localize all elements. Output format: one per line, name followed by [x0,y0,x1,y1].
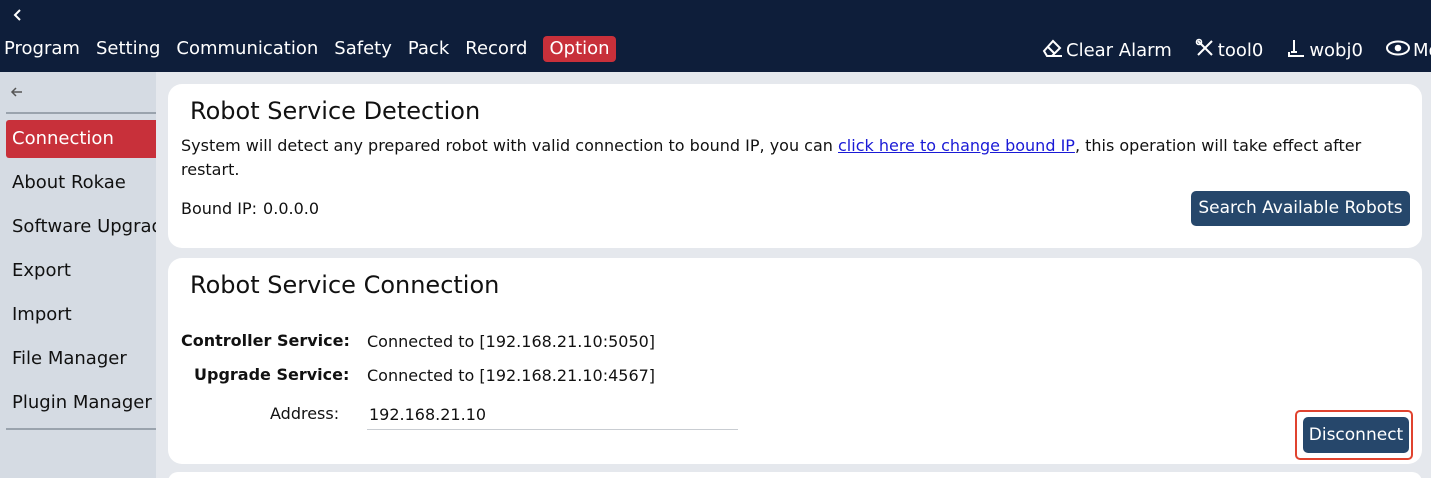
main-menu: Program Setting Communication Safety Pac… [4,36,616,62]
sidebar-item-about-rokae[interactable]: About Rokae [6,164,156,202]
sidebar-item-software-upgrade[interactable]: Software Upgrade [6,208,156,246]
eraser-icon [1040,37,1066,64]
wobj-label: wobj0 [1309,40,1363,61]
detection-description: System will detect any prepared robot wi… [181,134,1411,182]
sidebar-item-connection[interactable]: Connection [6,120,156,158]
menu-pack[interactable]: Pack [408,36,456,62]
connection-title: Robot Service Connection [190,271,500,299]
sidebar-item-import[interactable]: Import [6,296,156,334]
upgrade-service-label: Upgrade Service: [194,365,350,384]
next-panel [168,472,1422,478]
menu-record[interactable]: Record [465,36,534,62]
tool-label: tool0 [1217,40,1264,61]
desc-text-before: System will detect any prepared robot wi… [181,136,838,155]
monitor-button[interactable]: Mo [1385,37,1431,64]
sidebar-item-plugin-manager[interactable]: Plugin Manager [6,384,156,422]
wobj-icon [1285,37,1309,64]
disconnect-button[interactable]: Disconnect [1303,417,1409,453]
clear-alarm-button[interactable]: Clear Alarm [1040,37,1172,64]
bound-ip-value: 0.0.0.0 [263,199,320,218]
monitor-label: Mo [1412,40,1431,61]
detection-panel: Robot Service Detection System will dete… [168,84,1422,248]
bound-ip-row: Bound IP: 0.0.0.0 [181,199,319,218]
search-available-robots-button[interactable]: Search Available Robots [1191,191,1410,226]
sidebar: Connection About Rokae Software Upgrade … [0,72,156,478]
address-input[interactable] [367,400,738,430]
bound-ip-label: Bound IP: [181,199,258,218]
change-bound-ip-link[interactable]: click here to change bound IP [838,136,1075,155]
eye-icon [1385,37,1413,64]
controller-service-value: Connected to [192.168.21.10:5050] [367,332,656,351]
wobj-selector[interactable]: wobj0 [1285,37,1363,64]
tool-icon [1194,37,1218,64]
sidebar-divider-bottom [6,428,156,430]
disconnect-highlight: Disconnect [1295,410,1413,460]
menu-communication[interactable]: Communication [176,36,325,62]
address-label: Address: [270,404,340,423]
sidebar-divider-top [6,112,156,114]
sidebar-item-file-manager[interactable]: File Manager [6,340,156,378]
toolbar-right: Clear Alarm tool0 wobj0 Mo [1040,37,1431,64]
tool-selector[interactable]: tool0 [1194,37,1264,64]
clear-alarm-label: Clear Alarm [1066,40,1172,61]
back-chevron-icon[interactable] [6,4,28,26]
top-bar: Program Setting Communication Safety Pac… [0,0,1431,72]
connection-panel: Robot Service Connection Controller Serv… [168,258,1422,464]
sidebar-item-export[interactable]: Export [6,252,156,290]
upgrade-service-value: Connected to [192.168.21.10:4567] [367,366,656,385]
sidebar-back-arrow-icon[interactable] [10,84,26,98]
detection-title: Robot Service Detection [190,97,481,125]
menu-program[interactable]: Program [4,36,87,62]
menu-setting[interactable]: Setting [96,36,167,62]
menu-safety[interactable]: Safety [334,36,399,62]
controller-service-label: Controller Service: [181,331,350,350]
menu-option[interactable]: Option [543,36,616,62]
